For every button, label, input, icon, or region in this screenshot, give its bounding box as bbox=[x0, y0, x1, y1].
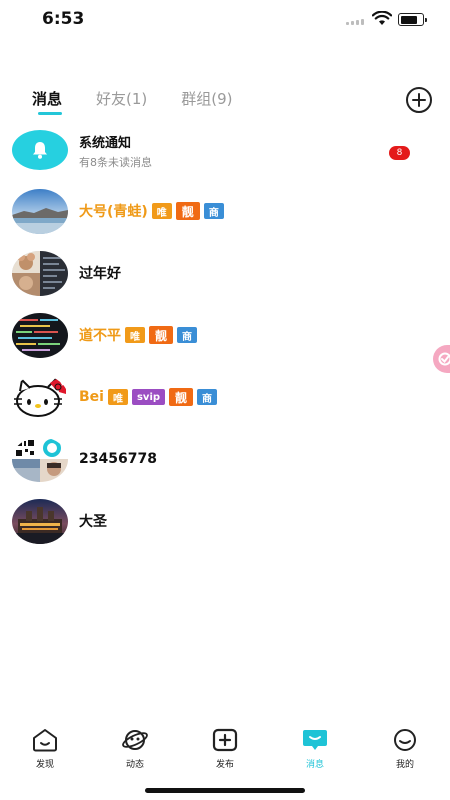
message-icon bbox=[303, 730, 327, 750]
conversation-info: 过年好 bbox=[79, 263, 121, 283]
app-screen: 6:53 消息 好友(1) 群组(9) 系统通知 有8条未读消息 8 大号(青蛙… bbox=[0, 0, 450, 800]
conversation-info: 大号(青蛙) 唯 靓 商 bbox=[79, 201, 224, 221]
avatar bbox=[12, 374, 68, 420]
avatar bbox=[12, 312, 68, 358]
tag-shang: 商 bbox=[177, 327, 198, 343]
tag-liang: 靓 bbox=[169, 388, 194, 406]
nav-label: 我的 bbox=[395, 760, 414, 770]
conversation-info: 23456778 bbox=[79, 451, 157, 467]
nav-publish[interactable]: 发布 bbox=[195, 728, 255, 770]
cellular-signal-icon bbox=[346, 17, 366, 25]
avatar bbox=[12, 436, 68, 482]
nav-discover[interactable]: 发现 bbox=[15, 728, 75, 770]
battery-icon bbox=[398, 13, 427, 26]
publish-icon bbox=[212, 728, 238, 752]
avatar bbox=[12, 250, 68, 296]
nav-label: 消息 bbox=[305, 760, 324, 770]
system-notice-subtitle: 有8条未读消息 bbox=[79, 156, 152, 169]
tag-shang: 商 bbox=[197, 389, 218, 405]
avatar bbox=[12, 188, 68, 234]
contact-name: 过年好 bbox=[79, 266, 121, 282]
tab-messages[interactable]: 消息 bbox=[32, 88, 63, 115]
tab-groups[interactable]: 群组(9) bbox=[181, 88, 232, 109]
contact-name: Bei bbox=[79, 389, 104, 405]
tag-shang: 商 bbox=[203, 203, 224, 219]
system-notice-row[interactable]: 系统通知 有8条未读消息 8 bbox=[0, 120, 450, 180]
nav-feed[interactable]: 动态 bbox=[105, 728, 165, 770]
profile-icon bbox=[394, 729, 416, 751]
home-indicator bbox=[145, 788, 305, 793]
bell-avatar bbox=[12, 130, 68, 170]
home-icon bbox=[33, 729, 57, 752]
contact-name: 大号(青蛙) bbox=[79, 204, 148, 220]
bottom-nav: 发现 动态 发布 消息 我的 bbox=[0, 728, 450, 778]
planet-icon bbox=[122, 730, 148, 750]
unread-badge: 8 bbox=[389, 146, 410, 160]
add-button[interactable] bbox=[406, 87, 432, 113]
contact-name: 23456778 bbox=[79, 451, 157, 467]
conversation-info: 道不平 唯 靓 商 bbox=[79, 325, 198, 345]
wifi-icon bbox=[372, 11, 392, 25]
system-notice-title: 系统通知 bbox=[79, 136, 132, 151]
status-time: 6:53 bbox=[42, 9, 85, 29]
avatar bbox=[12, 498, 68, 544]
message-tabs: 消息 好友(1) 群组(9) bbox=[32, 88, 267, 118]
conversation-row[interactable]: 23456778 bbox=[0, 428, 450, 490]
tag-wei: 唯 bbox=[151, 203, 172, 219]
status-bar: 6:53 bbox=[0, 0, 450, 40]
nav-label: 动态 bbox=[125, 760, 144, 770]
contact-name: 道不平 bbox=[79, 328, 121, 344]
conversation-list: 系统通知 有8条未读消息 8 大号(青蛙) 唯 靓 商 过年好 道不平 唯 靓 … bbox=[0, 120, 450, 552]
tag-liang: 靓 bbox=[149, 326, 174, 344]
plus-icon bbox=[412, 93, 426, 107]
conversation-row[interactable]: 大号(青蛙) 唯 靓 商 bbox=[0, 180, 450, 242]
conversation-row[interactable]: 过年好 bbox=[0, 242, 450, 304]
tag-svip: svip bbox=[131, 389, 166, 405]
tag-wei: 唯 bbox=[125, 327, 145, 343]
conversation-row[interactable]: 大圣 bbox=[0, 490, 450, 552]
tab-friends[interactable]: 好友(1) bbox=[96, 88, 147, 109]
conversation-row[interactable]: 道不平 唯 靓 商 bbox=[0, 304, 450, 366]
nav-profile[interactable]: 我的 bbox=[375, 728, 435, 770]
bell-icon bbox=[33, 142, 47, 159]
nav-label: 发现 bbox=[35, 760, 54, 770]
tag-wei: 唯 bbox=[107, 389, 128, 405]
conversation-info: 大圣 bbox=[79, 511, 107, 531]
sparkle-icon bbox=[438, 352, 450, 366]
conversation-row[interactable]: Bei 唯 svip 靓 商 bbox=[0, 366, 450, 428]
conversation-info: Bei 唯 svip 靓 商 bbox=[79, 388, 218, 406]
nav-label: 发布 bbox=[215, 760, 234, 770]
tag-liang: 靓 bbox=[175, 202, 200, 220]
nav-messages[interactable]: 消息 bbox=[285, 728, 345, 770]
contact-name: 大圣 bbox=[79, 514, 107, 530]
